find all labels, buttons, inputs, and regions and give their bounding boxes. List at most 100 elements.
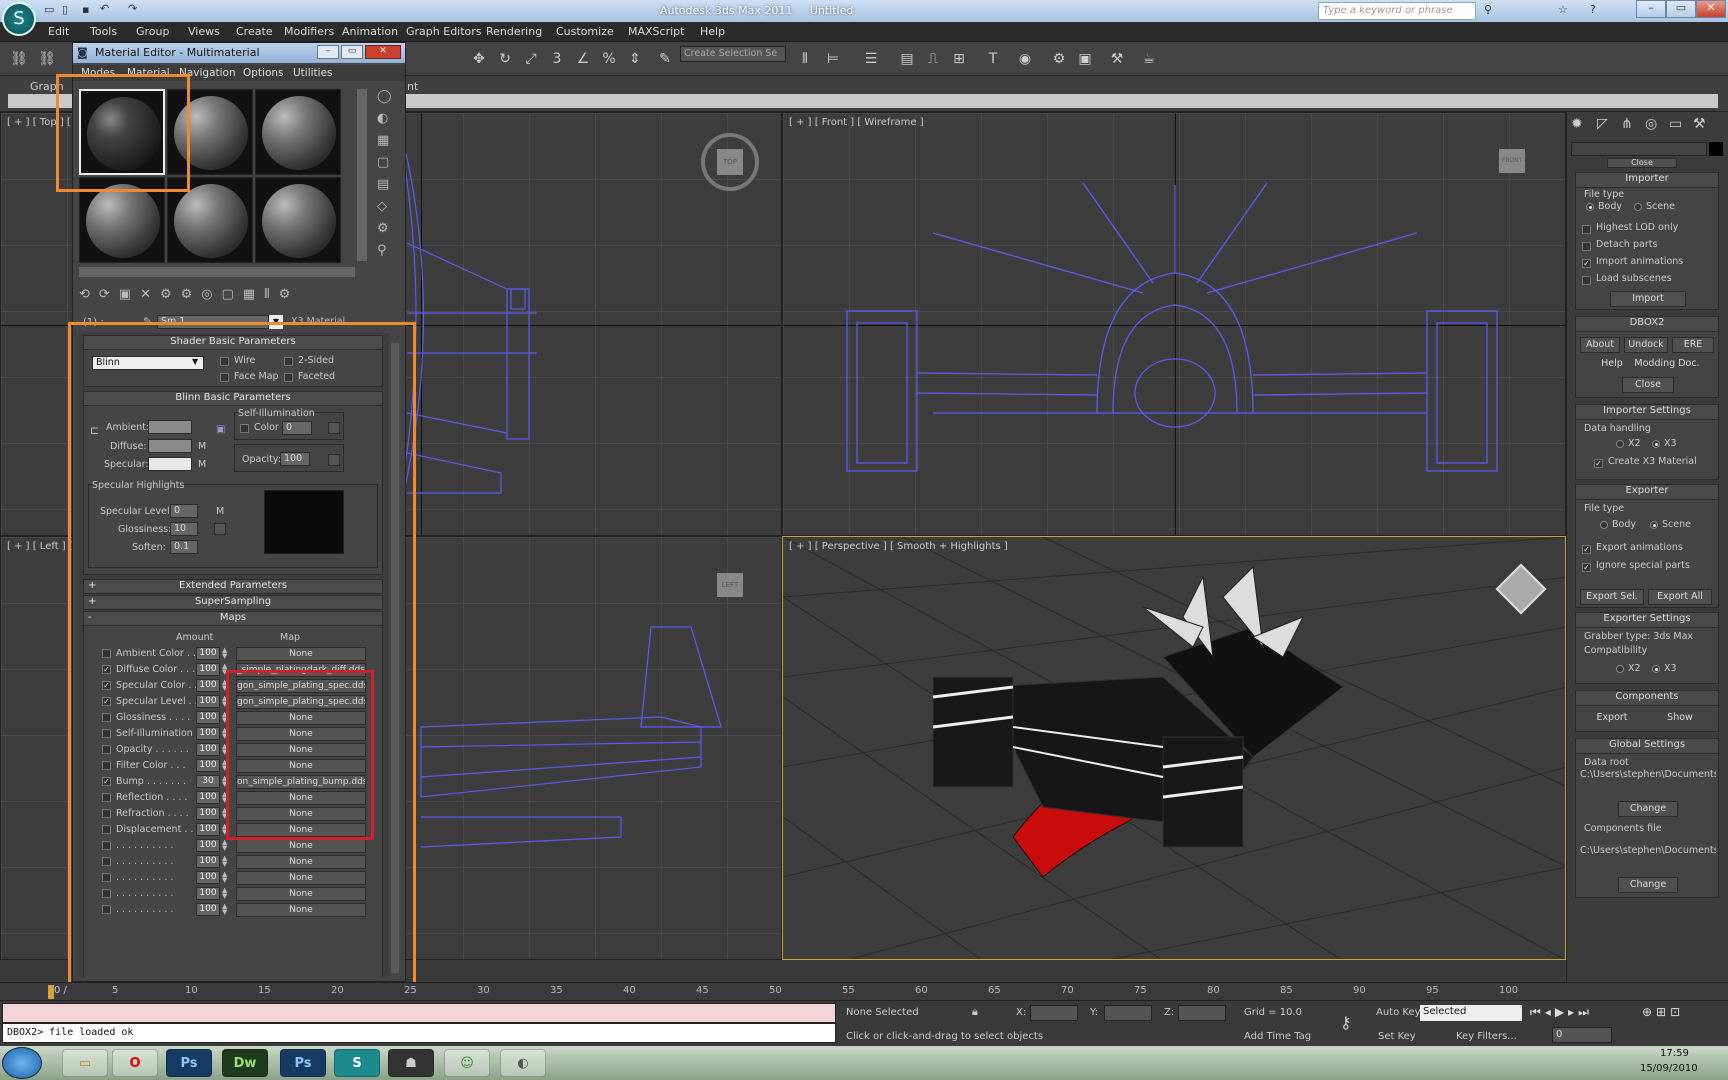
components-export-button[interactable]: Export xyxy=(1580,711,1644,727)
chat-taskbar-icon[interactable]: ◐ xyxy=(500,1049,546,1077)
layer-icon[interactable]: ☰ xyxy=(860,48,882,70)
star-icon[interactable]: ☆ xyxy=(1558,3,1568,16)
close-button[interactable]: ✕ xyxy=(1696,0,1726,18)
add-time-tag-button[interactable]: Add Time Tag xyxy=(1244,1031,1311,1042)
menu-tools[interactable]: Tools xyxy=(90,25,117,38)
key-icon[interactable]: ⚷ xyxy=(1340,1013,1352,1032)
viewport-label[interactable]: [ + ] [ Perspective ] [ Smooth + Highlig… xyxy=(789,541,1008,552)
graphite-icon[interactable]: ▤ xyxy=(896,48,918,70)
minimize-button[interactable]: – xyxy=(1636,0,1666,18)
hierarchy-tab-icon[interactable]: ⋔ xyxy=(1621,116,1633,132)
select-by-material-icon[interactable]: ⚲ xyxy=(377,243,387,258)
menu-help[interactable]: Help xyxy=(700,25,725,38)
highest-lod-checkbox[interactable] xyxy=(1582,225,1591,234)
ignore-special-checkbox[interactable]: ✓ xyxy=(1582,563,1591,572)
rollout-header[interactable]: Importer xyxy=(1576,173,1718,188)
menu-rendering[interactable]: Rendering xyxy=(486,25,542,38)
quick-open-icon[interactable]: ▯ xyxy=(62,3,68,16)
me-maximize-button[interactable]: ▭ xyxy=(341,45,363,59)
playback-controls[interactable]: ⏮◂▶▸⏭ xyxy=(1530,1005,1593,1020)
render-production-icon[interactable]: ⚒ xyxy=(1106,48,1128,70)
about-button[interactable]: About xyxy=(1580,337,1620,353)
teapot-icon[interactable]: ☕ xyxy=(1138,48,1160,70)
menu-edit[interactable]: Edit xyxy=(48,25,69,38)
lock-selection-icon[interactable]: 🔒︎ xyxy=(972,1005,978,1019)
quick-save-icon[interactable]: ▪ xyxy=(82,3,89,16)
me-menu-options[interactable]: Options xyxy=(243,67,284,79)
spinner-snap-icon[interactable]: ⇕ xyxy=(624,48,646,70)
x-coordinate-field[interactable] xyxy=(1030,1005,1078,1021)
exp-x3-radio[interactable] xyxy=(1652,665,1660,673)
object-color-swatch[interactable] xyxy=(1709,142,1723,156)
timeline[interactable]: 0 / 5 10 15 20 25 30 35 40 45 50 55 60 65 70 75 80 85 90 9… xyxy=(0,982,1728,1000)
align-icon[interactable]: ⊨ xyxy=(822,48,844,70)
rotate-icon[interactable]: ↻ xyxy=(494,48,516,70)
menu-graph-editors[interactable]: Graph Editors xyxy=(406,25,482,38)
components-file-change-button[interactable]: Change xyxy=(1618,877,1678,893)
material-slot[interactable] xyxy=(255,89,341,175)
help-icon[interactable]: ? xyxy=(1590,3,1596,16)
percent-snap-icon[interactable]: % xyxy=(598,48,620,70)
dreamweaver-taskbar-icon[interactable]: Dw xyxy=(222,1049,268,1077)
material-editor-icon[interactable]: ◉ xyxy=(1014,48,1036,70)
start-button[interactable] xyxy=(2,1047,42,1079)
y-coordinate-field[interactable] xyxy=(1104,1005,1152,1021)
viewcube-face[interactable]: TOP xyxy=(717,149,743,175)
me-menu-utilities[interactable]: Utilities xyxy=(293,67,333,79)
link-icon[interactable]: ⛓ xyxy=(8,48,30,70)
components-show-button[interactable]: Show xyxy=(1648,711,1712,727)
material-slot[interactable] xyxy=(255,177,341,263)
rollout-header[interactable]: Exporter xyxy=(1576,485,1718,500)
sample-type-icon[interactable]: ◯ xyxy=(377,89,392,104)
3dsmax-taskbar-icon[interactable]: S xyxy=(334,1049,380,1077)
make-preview-icon[interactable]: ◇ xyxy=(377,199,387,214)
video-check-icon[interactable]: ▤ xyxy=(377,177,389,192)
move-icon[interactable]: ✥ xyxy=(468,48,490,70)
z-coordinate-field[interactable] xyxy=(1178,1005,1226,1021)
mirror-icon[interactable]: ⫴ xyxy=(794,48,816,70)
photoshop2-taskbar-icon[interactable]: Ps xyxy=(280,1049,326,1077)
viewcube-left[interactable]: LEFT xyxy=(717,573,743,597)
angle-snap-icon[interactable]: ∠ xyxy=(572,48,594,70)
redo-icon[interactable]: ↷ xyxy=(128,2,137,15)
exp-scene-radio[interactable] xyxy=(1650,521,1658,529)
utilities-tab-icon[interactable]: ⚒ xyxy=(1693,116,1706,132)
exp-body-radio[interactable] xyxy=(1600,521,1608,529)
opera-taskbar-icon[interactable]: O xyxy=(112,1049,158,1077)
create-x3-material-checkbox[interactable]: ✓ xyxy=(1594,459,1603,468)
me-close-button[interactable]: ✕ xyxy=(365,45,401,59)
import-animations-checkbox[interactable]: ✓ xyxy=(1582,259,1591,268)
rollout-header[interactable]: DBOX2 xyxy=(1576,317,1718,332)
viewport-front[interactable]: [ + ] [ Front ] [ Wireframe ] FRONT xyxy=(782,112,1566,536)
viewport-perspective[interactable]: [ + ] [ Perspective ] [ Smooth + Highlig… xyxy=(782,536,1566,960)
photoshop-taskbar-icon[interactable]: Ps xyxy=(166,1049,212,1077)
options-icon[interactable]: ⚙ xyxy=(377,221,389,236)
selection-set-dropdown[interactable]: Create Selection Se xyxy=(680,46,786,62)
undock-button[interactable]: Undock xyxy=(1624,337,1668,353)
menu-create[interactable]: Create xyxy=(236,25,273,38)
viewcube-front[interactable]: FRONT xyxy=(1499,149,1525,173)
clock-time[interactable]: 17:59 xyxy=(1660,1048,1689,1059)
current-frame-field[interactable]: 0 xyxy=(1552,1027,1612,1043)
slot-scrollbar[interactable] xyxy=(357,89,367,261)
render-setup-icon[interactable]: ⚙ xyxy=(1048,48,1070,70)
exp-x2-radio[interactable] xyxy=(1616,665,1624,673)
help-button[interactable]: Help xyxy=(1596,357,1628,373)
time-slider-thumb[interactable] xyxy=(48,985,54,999)
schematic-icon[interactable]: ⊞ xyxy=(948,48,970,70)
close-button-top[interactable]: Close xyxy=(1607,158,1677,168)
key-filters-button[interactable]: Key Filters... xyxy=(1456,1031,1517,1042)
unlink-icon[interactable]: ⛓ xyxy=(36,48,58,70)
data-root-change-button[interactable]: Change xyxy=(1618,801,1678,817)
rollout-header[interactable]: Exporter Settings xyxy=(1576,613,1718,628)
edit-named-sel-icon[interactable]: ✎ xyxy=(654,48,676,70)
rollout-header[interactable]: Global Settings xyxy=(1576,739,1718,754)
maximize-button[interactable]: ▭ xyxy=(1666,0,1696,18)
body-radio[interactable] xyxy=(1586,203,1594,211)
menu-modifiers[interactable]: Modifiers xyxy=(284,25,334,38)
search-input[interactable]: Type a keyword or phrase xyxy=(1318,2,1476,20)
quick-new-icon[interactable]: ▭ xyxy=(44,3,54,16)
auto-key-button[interactable]: Auto Key xyxy=(1376,1007,1421,1018)
background-icon[interactable]: ▦ xyxy=(377,133,389,148)
render-frame-icon[interactable]: ▣ xyxy=(1074,48,1096,70)
